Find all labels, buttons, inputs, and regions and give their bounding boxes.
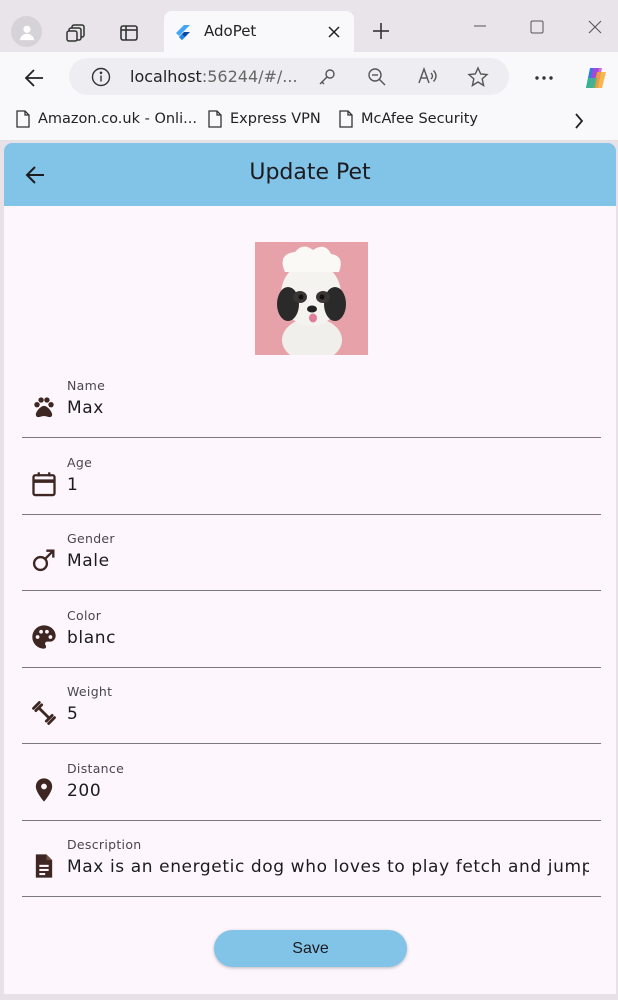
password-key-icon[interactable] — [317, 67, 337, 87]
gender-input[interactable]: Male — [67, 551, 589, 571]
palette-icon — [32, 625, 56, 649]
page-icon — [16, 110, 30, 128]
calendar-icon — [32, 472, 56, 497]
name-field[interactable]: Name Max — [22, 371, 601, 438]
description-field[interactable]: Description Max is an energetic dog who … — [22, 830, 601, 897]
age-label: Age — [67, 455, 93, 470]
more-menu-icon[interactable] — [530, 64, 558, 92]
browser-tabstrip: AdoPet — [0, 0, 618, 52]
weight-label: Weight — [67, 684, 113, 699]
pet-photo[interactable] — [255, 242, 368, 355]
age-field[interactable]: Age 1 — [22, 448, 601, 515]
bookmark-amazon[interactable]: Amazon.co.uk - Onli... — [16, 110, 197, 128]
color-input[interactable]: blanc — [67, 628, 589, 648]
url-text[interactable]: localhost:56244/#/... — [130, 67, 298, 86]
read-aloud-icon[interactable] — [417, 66, 439, 86]
close-tab-icon[interactable] — [328, 26, 340, 38]
page-icon — [208, 110, 222, 128]
info-icon[interactable] — [91, 67, 111, 87]
chevron-right-icon[interactable] — [574, 113, 584, 129]
bookmark-label: Amazon.co.uk - Onli... — [38, 111, 197, 127]
location-pin-icon — [35, 778, 53, 802]
tab-title: AdoPet — [204, 22, 257, 40]
profile-avatar-icon[interactable] — [11, 16, 42, 47]
copilot-icon[interactable] — [580, 62, 612, 94]
color-field[interactable]: Color blanc — [22, 601, 601, 668]
bookmark-label: McAfee Security — [361, 111, 478, 127]
name-label: Name — [67, 378, 106, 393]
gender-label: Gender — [67, 531, 115, 546]
save-button[interactable]: Save — [214, 930, 407, 967]
male-icon — [32, 549, 55, 572]
weight-field[interactable]: Weight 5 — [22, 677, 601, 744]
document-icon — [35, 854, 53, 878]
minimize-icon[interactable] — [468, 14, 492, 38]
zoom-out-icon[interactable] — [367, 67, 387, 87]
weight-input[interactable]: 5 — [67, 704, 589, 724]
bookmark-label: Express VPN — [230, 111, 321, 127]
app-window: Update Pet Name Max Age 1 Gender Male Co… — [4, 143, 616, 994]
new-tab-icon[interactable] — [368, 18, 394, 44]
bookmark-mcafee[interactable]: McAfee Security — [339, 110, 478, 128]
favorite-star-icon[interactable] — [467, 66, 489, 88]
address-bar[interactable]: localhost:56244/#/... — [69, 58, 509, 95]
page-icon — [339, 110, 353, 128]
page-title: Update Pet — [249, 160, 371, 185]
back-icon[interactable] — [20, 64, 48, 92]
description-label: Description — [67, 837, 142, 852]
distance-label: Distance — [67, 761, 125, 776]
workspaces-icon[interactable] — [62, 19, 90, 47]
vertical-tabs-icon[interactable] — [115, 19, 143, 47]
maximize-icon[interactable] — [525, 15, 549, 39]
description-input[interactable]: Max is an energetic dog who loves to pla… — [67, 857, 589, 877]
color-label: Color — [67, 608, 102, 623]
app-bar: Update Pet — [4, 143, 616, 206]
close-window-icon[interactable] — [583, 15, 607, 39]
name-input[interactable]: Max — [67, 398, 589, 418]
flutter-logo-icon — [176, 25, 190, 40]
paw-icon — [34, 397, 54, 418]
distance-field[interactable]: Distance 200 — [22, 754, 601, 821]
distance-input[interactable]: 200 — [67, 781, 589, 801]
age-input[interactable]: 1 — [67, 475, 589, 495]
browser-tab[interactable]: AdoPet — [164, 11, 354, 52]
fitness-icon — [32, 701, 56, 725]
gender-field[interactable]: Gender Male — [22, 524, 601, 591]
bookmarks-bar: Amazon.co.uk - Onli... Express VPN McAfe… — [0, 102, 618, 141]
bookmark-express-vpn[interactable]: Express VPN — [208, 110, 321, 128]
